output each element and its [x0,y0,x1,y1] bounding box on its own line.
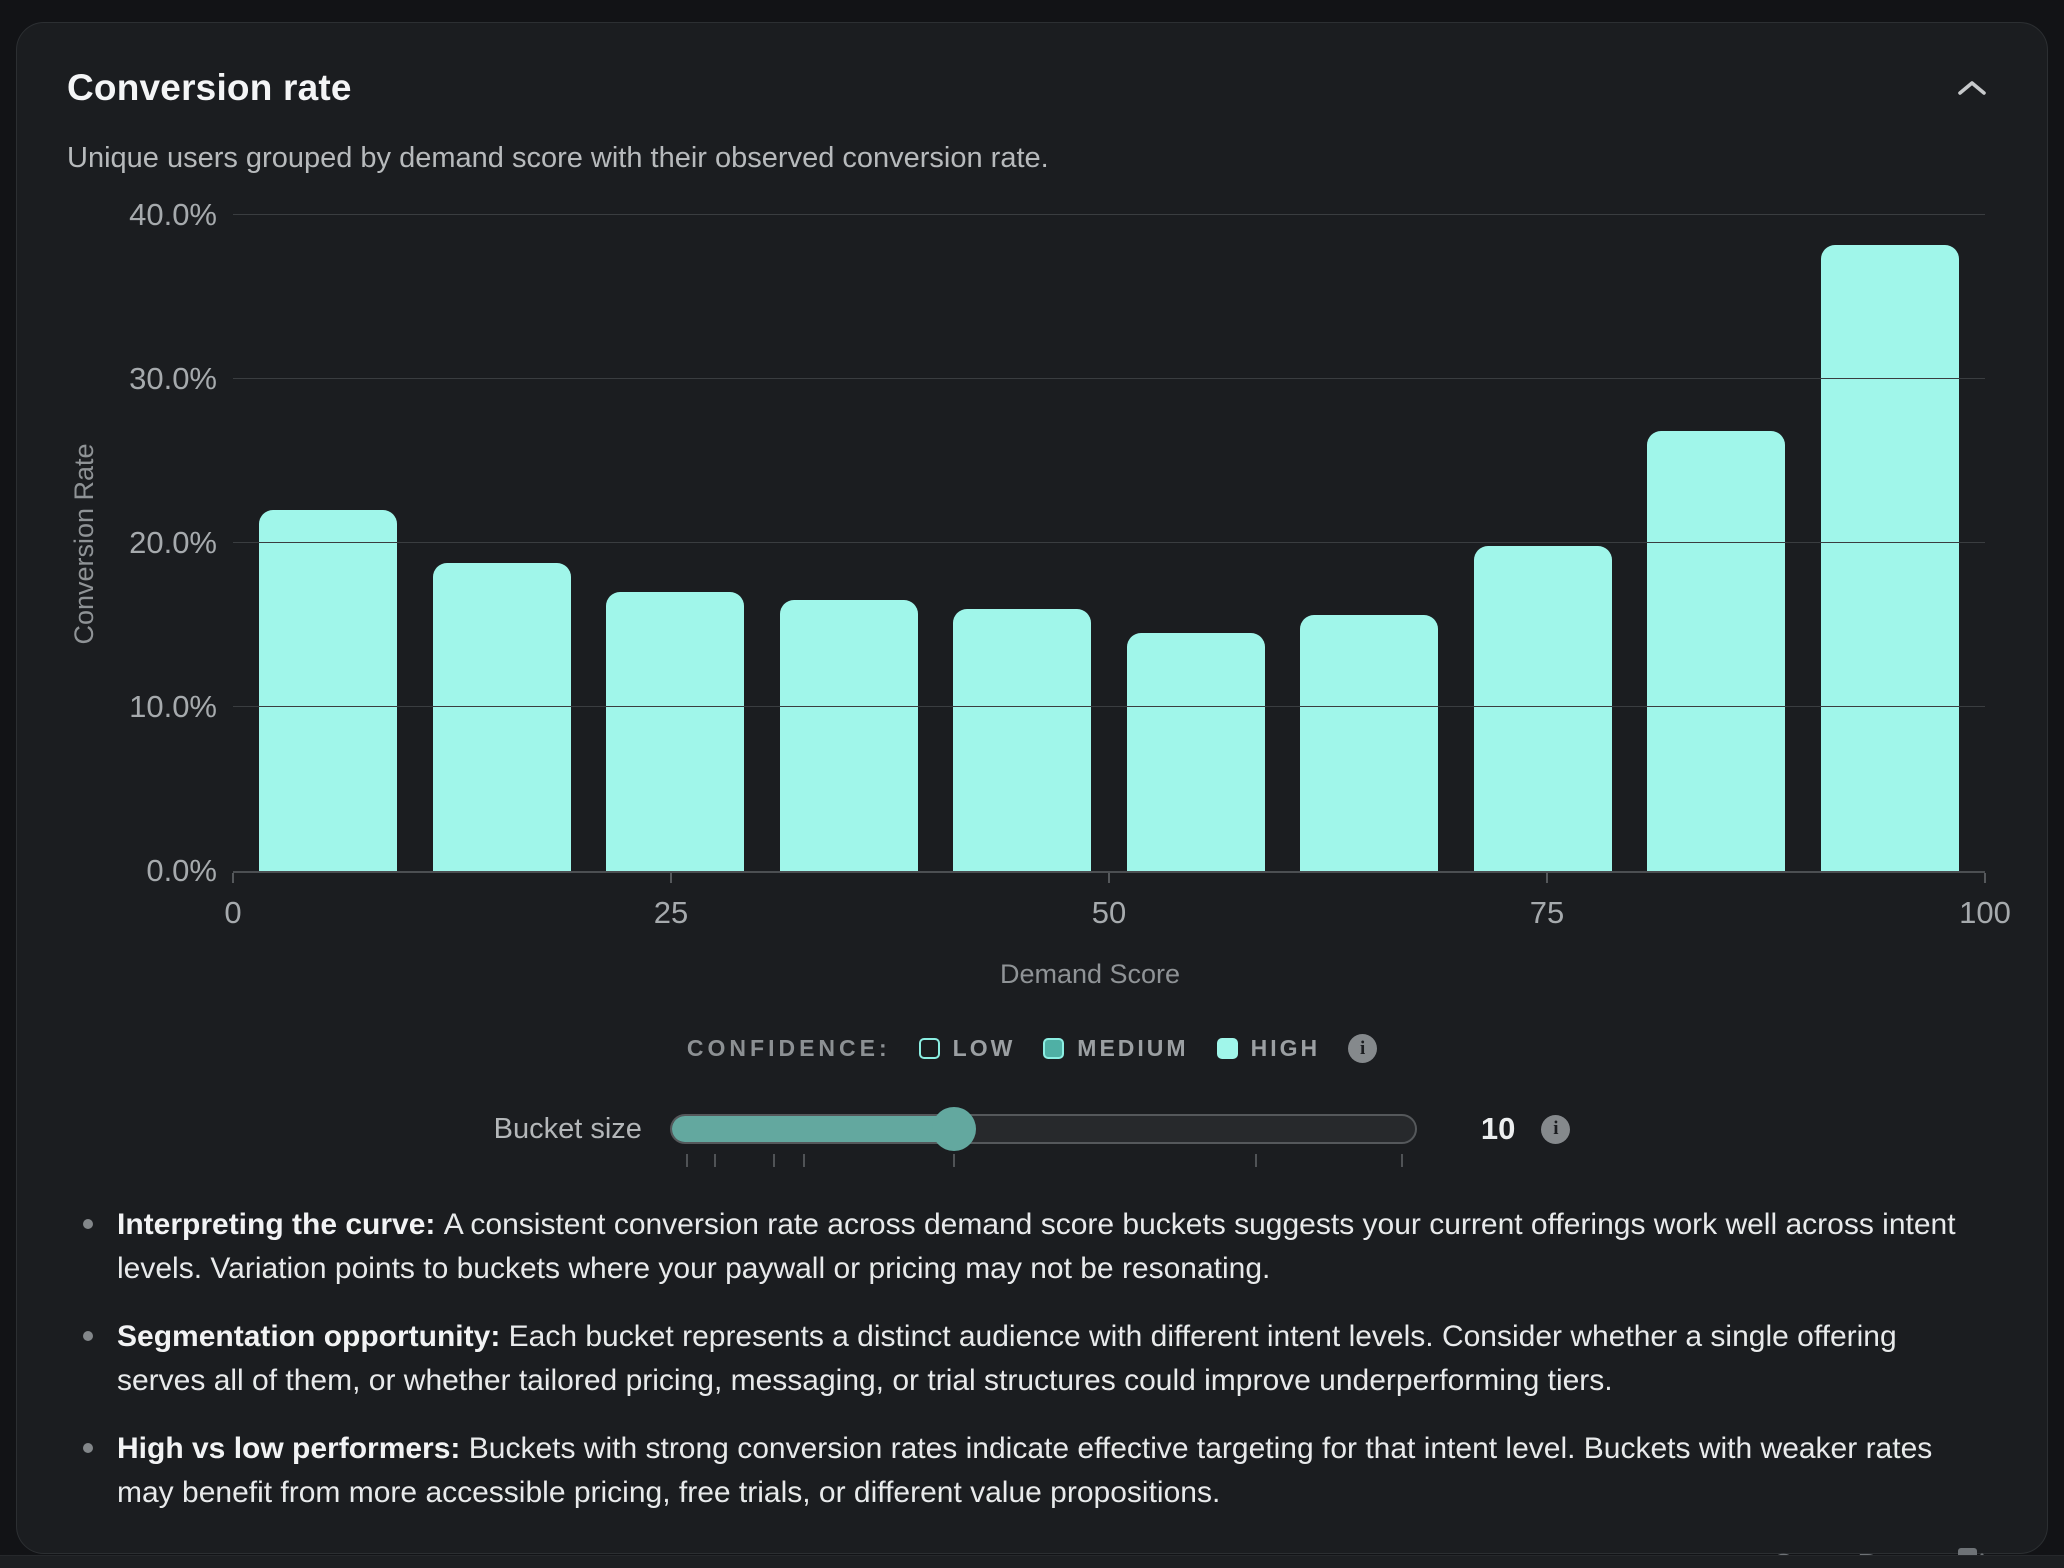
x-tick-mark [232,873,234,883]
bar-50-60[interactable] [1127,633,1265,871]
slider-tick [714,1154,716,1167]
legend-swatch-medium [1043,1038,1064,1059]
bullet-text: Interpreting the curve: A consistent con… [117,1203,1987,1291]
legend-items: LOW MEDIUM HIGH [919,1035,1320,1062]
info-icon[interactable]: i [1348,1034,1377,1063]
card-title: Conversion rate [67,67,352,109]
slider-fill [672,1116,956,1142]
bullet-dot [83,1331,93,1341]
bar-90-100[interactable] [1821,245,1959,871]
bar-10-20[interactable] [433,563,571,871]
y-tick-label: 30.0% [129,361,217,397]
gridline [233,542,1985,543]
x-tick-label: 100 [1959,895,2011,931]
legend-item-medium[interactable]: MEDIUM [1043,1035,1188,1062]
bar-20-30[interactable] [606,592,744,871]
insight-bullets: Interpreting the curve: A consistent con… [77,1203,1997,1515]
insight-bullet: Segmentation opportunity: Each bucket re… [77,1315,1987,1403]
bar-60-70[interactable] [1300,615,1438,871]
x-tick-mark [670,873,672,883]
bullet-text: High vs low performers: Buckets with str… [117,1427,1987,1515]
legend-swatch-high [1217,1038,1238,1059]
x-tick-label: 0 [224,895,241,931]
bucket-size-row: Bucket size 10 i [67,1099,1997,1159]
gridline [233,378,1985,379]
bucket-size-label: Bucket size [494,1113,642,1146]
confidence-legend: CONFIDENCE: LOW MEDIUM HIGH i [67,1034,1997,1063]
x-axis-title: Demand Score [183,959,1997,990]
slider-tick [803,1154,805,1167]
bar-80-90[interactable] [1647,431,1785,871]
legend-label: LOW [953,1035,1016,1062]
slider-thumb[interactable] [932,1107,976,1151]
chevron-up-icon [1957,85,1987,100]
x-tick-label: 50 [1092,895,1126,931]
bar-chart: Conversion Rate 0.0%10.0%20.0%30.0%40.0% [67,215,1997,873]
bar-0-10[interactable] [259,510,397,871]
x-tick-mark [1984,873,1986,883]
legend-label: MEDIUM [1077,1035,1188,1062]
legend-item-high[interactable]: HIGH [1217,1035,1321,1062]
legend-item-low[interactable]: LOW [919,1035,1016,1062]
x-axis-tick-labels: 0255075100 [233,873,1985,957]
slider-tick [1255,1154,1257,1167]
x-tick-mark [1108,873,1110,883]
conversion-rate-card: Conversion rate Unique users grouped by … [16,22,2048,1554]
bar-40-50[interactable] [953,609,1091,871]
gridline [233,214,1985,215]
bullet-text: Segmentation opportunity: Each bucket re… [117,1315,1987,1403]
slider-tick [953,1154,955,1167]
next-section-edge [0,1555,2064,1568]
legend-title: CONFIDENCE: [687,1035,891,1062]
x-tick-label: 25 [654,895,688,931]
collapse-button[interactable] [1947,69,1997,110]
slider-tick [686,1154,688,1167]
x-tick-label: 75 [1530,895,1564,931]
plot-area [233,215,1985,873]
y-tick-label: 10.0% [129,689,217,725]
legend-label: HIGH [1251,1035,1321,1062]
bucket-size-value: 10 [1481,1111,1515,1147]
y-tick-label: 20.0% [129,525,217,561]
bullet-dot [83,1443,93,1453]
card-subtitle: Unique users grouped by demand score wit… [67,142,1997,175]
y-axis-title: Conversion Rate [69,443,100,644]
bars-container [233,215,1985,871]
y-tick-label: 0.0% [146,853,217,889]
card-header: Conversion rate [67,67,1997,110]
gridline [233,706,1985,707]
insight-bullet: High vs low performers: Buckets with str… [77,1427,1987,1515]
y-axis-title-column: Conversion Rate [67,215,111,873]
info-icon[interactable]: i [1541,1115,1570,1144]
slider-tick [1401,1154,1403,1167]
bullet-dot [83,1219,93,1229]
x-tick-mark [1546,873,1548,883]
bucket-size-slider[interactable] [670,1114,1417,1144]
conversion-rate-card-screen: Conversion rate Unique users grouped by … [0,0,2064,1568]
legend-swatch-low [919,1038,940,1059]
y-tick-label: 40.0% [129,197,217,233]
y-axis-tick-labels: 0.0%10.0%20.0%30.0%40.0% [111,215,233,871]
slider-tick [773,1154,775,1167]
bar-70-80[interactable] [1474,546,1612,871]
insight-bullet: Interpreting the curve: A consistent con… [77,1203,1987,1291]
bar-30-40[interactable] [780,600,918,871]
